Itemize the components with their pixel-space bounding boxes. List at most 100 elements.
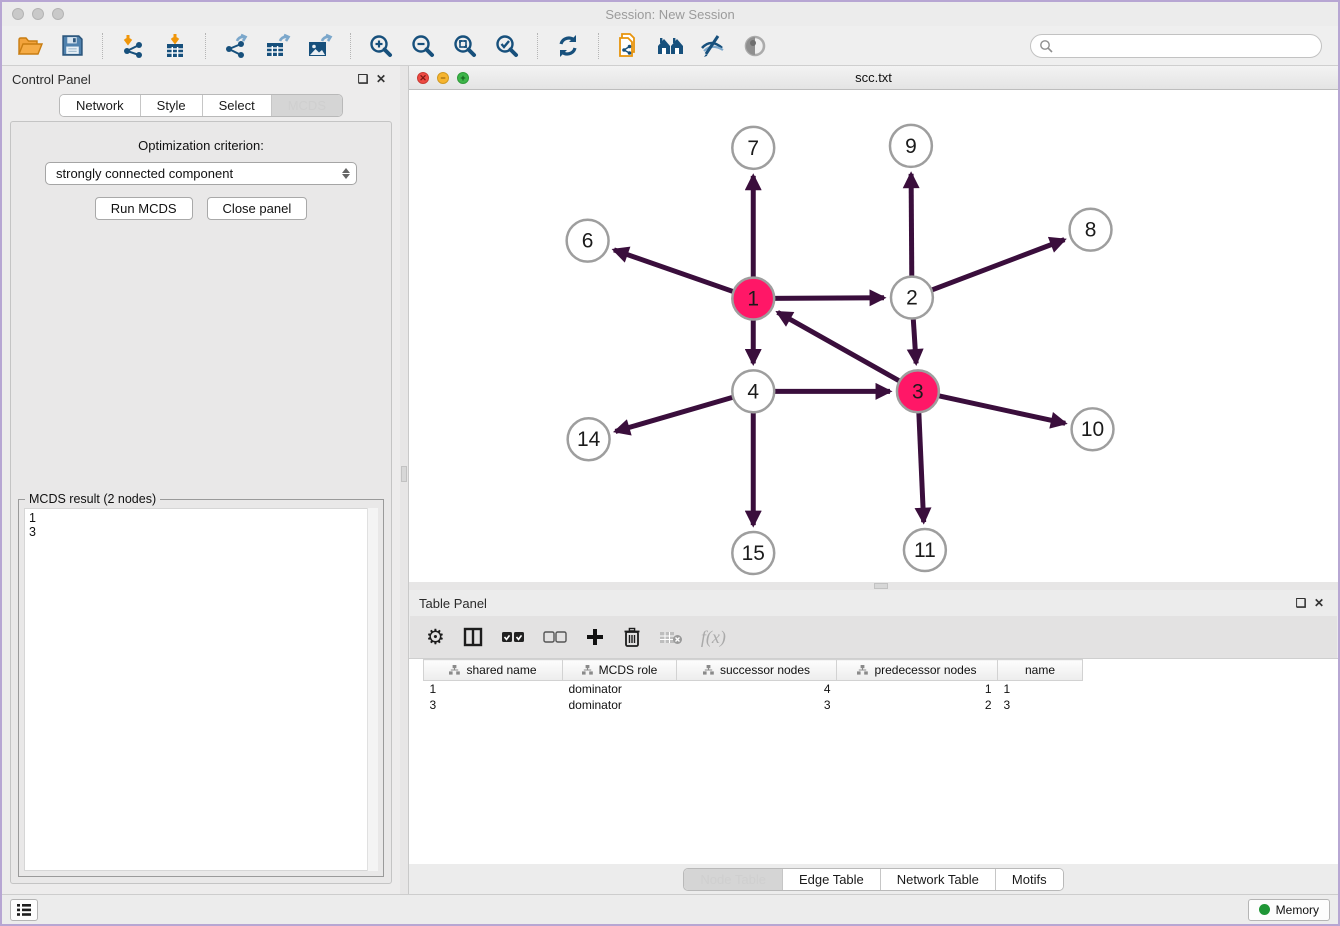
- zoom-in-button[interactable]: [363, 30, 399, 62]
- cell-mcds-role[interactable]: dominator: [563, 697, 677, 713]
- add-column-button[interactable]: [585, 624, 605, 650]
- task-history-button[interactable]: [10, 899, 38, 921]
- vertical-splitter[interactable]: [400, 66, 408, 894]
- column-header-name[interactable]: name: [998, 660, 1083, 681]
- application-window: Session: New Session: [0, 0, 1340, 926]
- column-header-mcds-role[interactable]: MCDS role: [563, 660, 677, 681]
- export-network-button[interactable]: [218, 30, 254, 62]
- zoom-fit-button[interactable]: [447, 30, 483, 62]
- graph-node-label-3: 3: [912, 380, 924, 403]
- save-session-button[interactable]: [54, 30, 90, 62]
- network-title: scc.txt: [409, 70, 1338, 85]
- float-panel-icon[interactable]: ❑: [1292, 594, 1310, 612]
- select-all-button[interactable]: [501, 624, 525, 650]
- network-view-window: ✕ − + scc.txt 7968124314101511: [408, 66, 1338, 590]
- graph-edge-1-2[interactable]: [772, 298, 884, 299]
- mcds-result-text[interactable]: 1 3: [24, 508, 378, 871]
- split-column-button[interactable]: [463, 624, 483, 650]
- graph-edge-3-1[interactable]: [778, 312, 902, 382]
- result-scrollbar[interactable]: [367, 508, 378, 871]
- table-toolbar: ⚙: [410, 616, 1337, 658]
- graph-edge-3-10[interactable]: [936, 395, 1065, 423]
- graph-edge-3-11[interactable]: [919, 410, 924, 522]
- hierarchy-icon: [857, 665, 868, 675]
- memory-button[interactable]: Memory: [1248, 899, 1330, 921]
- close-panel-icon[interactable]: ✕: [372, 70, 390, 88]
- unselect-all-icon: [543, 631, 567, 644]
- search-field[interactable]: [1030, 34, 1322, 58]
- control-panel: Control Panel ❑ ✕ Network Style Select M…: [2, 66, 400, 894]
- graph-edge-2-3[interactable]: [913, 316, 916, 363]
- cell-successor-nodes[interactable]: 3: [677, 697, 837, 713]
- tab-network-table[interactable]: Network Table: [881, 869, 996, 890]
- tab-select[interactable]: Select: [203, 95, 272, 116]
- fx-icon: f(x): [701, 627, 726, 648]
- delete-column-button[interactable]: [623, 624, 641, 650]
- toolbar-separator: [598, 33, 599, 59]
- tab-edge-table[interactable]: Edge Table: [783, 869, 881, 890]
- optimization-criterion-label: Optimization criterion:: [138, 138, 264, 153]
- cell-predecessor-nodes[interactable]: 1: [837, 681, 998, 697]
- export-table-button[interactable]: [260, 30, 296, 62]
- trash-icon: [623, 627, 641, 648]
- column-header-successor-nodes[interactable]: successor nodes: [677, 660, 837, 681]
- import-table-button[interactable]: [157, 30, 193, 62]
- zoom-selected-button[interactable]: [489, 30, 525, 62]
- search-input[interactable]: [1059, 39, 1313, 53]
- tab-motifs[interactable]: Motifs: [996, 869, 1063, 890]
- zoom-out-button[interactable]: [405, 30, 441, 62]
- column-header-predecessor-nodes[interactable]: predecessor nodes: [837, 660, 998, 681]
- cell-predecessor-nodes[interactable]: 2: [837, 697, 998, 713]
- status-bar: Memory: [2, 894, 1338, 924]
- close-panel-icon[interactable]: ✕: [1310, 594, 1328, 612]
- table-settings-button[interactable]: ⚙: [426, 624, 445, 650]
- zoom-out-icon: [410, 33, 436, 59]
- table-row[interactable]: 3 dominator 3 2 3: [424, 697, 1083, 713]
- graph-node-label-8: 8: [1085, 219, 1097, 242]
- function-builder-button[interactable]: f(x): [701, 624, 726, 650]
- splitter-grip[interactable]: [874, 583, 888, 589]
- refresh-button[interactable]: [550, 30, 586, 62]
- tab-mcds[interactable]: MCDS: [272, 95, 342, 116]
- tab-node-table[interactable]: Node Table: [684, 869, 783, 890]
- table-panel-title: Table Panel: [419, 596, 1292, 611]
- destroy-table-button[interactable]: [659, 624, 683, 650]
- horizontal-splitter[interactable]: [409, 582, 1338, 590]
- open-file-button[interactable]: [12, 30, 48, 62]
- column-header-shared-name[interactable]: shared name: [424, 660, 563, 681]
- graph-edge-1-6[interactable]: [614, 250, 735, 292]
- toolbar-separator: [537, 33, 538, 59]
- export-image-icon: [306, 33, 334, 59]
- table-row[interactable]: 1 dominator 4 1 1: [424, 681, 1083, 697]
- home-layout-button[interactable]: [653, 30, 689, 62]
- cell-mcds-role[interactable]: dominator: [563, 681, 677, 697]
- graph-edge-2-9[interactable]: [911, 174, 912, 279]
- toolbar-separator: [205, 33, 206, 59]
- unselect-all-button[interactable]: [543, 624, 567, 650]
- eye-icon: [742, 33, 768, 59]
- cell-shared-name[interactable]: 1: [424, 681, 563, 697]
- show-details-button[interactable]: [737, 30, 773, 62]
- copy-network-icon: [616, 32, 642, 60]
- graph-edge-2-8[interactable]: [930, 240, 1065, 291]
- criterion-dropdown[interactable]: strongly connected component: [45, 162, 357, 185]
- cell-name[interactable]: 1: [998, 681, 1083, 697]
- graph-edge-4-14[interactable]: [615, 397, 735, 432]
- cell-shared-name[interactable]: 3: [424, 697, 563, 713]
- cell-successor-nodes[interactable]: 4: [677, 681, 837, 697]
- export-image-button[interactable]: [302, 30, 338, 62]
- close-panel-button[interactable]: Close panel: [207, 197, 308, 220]
- hide-details-button[interactable]: [695, 30, 731, 62]
- import-network-button[interactable]: [115, 30, 151, 62]
- hierarchy-icon: [582, 665, 593, 675]
- tab-style[interactable]: Style: [141, 95, 203, 116]
- cell-name[interactable]: 3: [998, 697, 1083, 713]
- run-mcds-button[interactable]: Run MCDS: [95, 197, 193, 220]
- hierarchy-icon: [449, 665, 460, 675]
- memory-status-icon: [1259, 904, 1270, 915]
- splitter-grip[interactable]: [401, 466, 407, 482]
- copy-network-button[interactable]: [611, 30, 647, 62]
- network-canvas[interactable]: 7968124314101511: [409, 90, 1338, 582]
- tab-network[interactable]: Network: [60, 95, 141, 116]
- float-panel-icon[interactable]: ❑: [354, 70, 372, 88]
